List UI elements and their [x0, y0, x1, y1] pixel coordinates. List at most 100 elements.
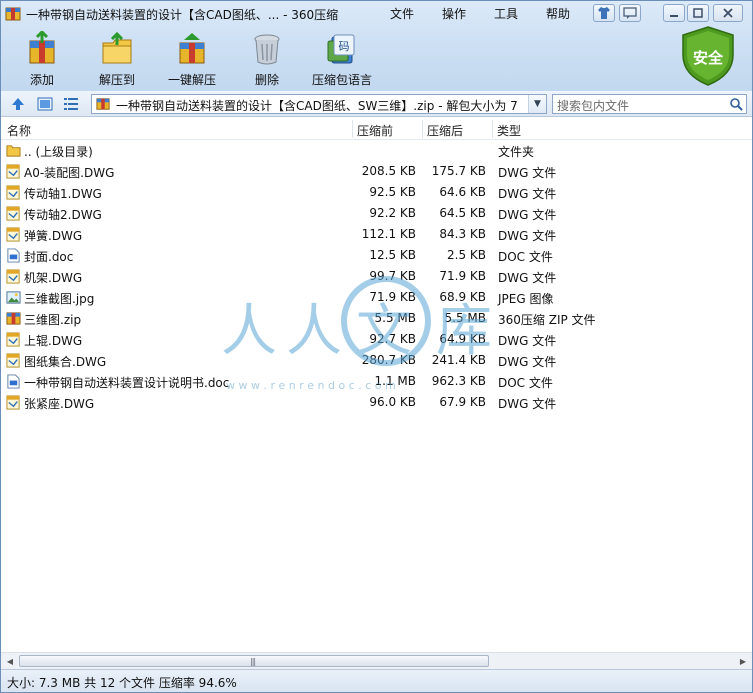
- dwg-file-icon: [6, 164, 20, 179]
- scrollbar-thumb[interactable]: |||: [19, 655, 489, 667]
- file-row[interactable]: .. (上级目录) 文件夹: [1, 140, 752, 161]
- dwg-file-icon: [6, 395, 20, 410]
- minimize-button[interactable]: [663, 4, 685, 22]
- list-view-icon[interactable]: [63, 96, 79, 112]
- comment-label: 压缩包语言: [311, 73, 372, 87]
- column-original-size[interactable]: 压缩前: [357, 122, 393, 139]
- file-row[interactable]: 上辊.DWG 92.7 KB 64.9 KB DWG 文件: [1, 329, 752, 350]
- dwg-file-icon: [6, 332, 20, 347]
- file-type: DWG 文件: [498, 334, 557, 348]
- search-icon[interactable]: [729, 97, 743, 111]
- file-name: 机架.DWG: [24, 271, 83, 285]
- file-original-size: 1.1 MB: [374, 374, 416, 388]
- file-row[interactable]: 三维截图.jpg 71.9 KB 68.9 KB JPEG 图像: [1, 287, 752, 308]
- file-row[interactable]: 封面.doc 12.5 KB 2.5 KB DOC 文件: [1, 245, 752, 266]
- file-original-size: 92.7 KB: [369, 332, 416, 346]
- file-name: 传动轴1.DWG: [24, 187, 102, 201]
- file-original-size: 12.5 KB: [369, 248, 416, 262]
- dwg-file-icon: [6, 269, 20, 284]
- delete-label: 删除: [254, 73, 279, 87]
- file-original-size: 112.1 KB: [361, 227, 416, 241]
- horizontal-scrollbar[interactable]: ◀ ||| ▶: [1, 652, 752, 669]
- column-packed-size[interactable]: 压缩后: [427, 122, 463, 139]
- file-name: 弹簧.DWG: [24, 229, 83, 243]
- chevron-down-icon: ▼: [534, 99, 541, 109]
- address-bar: 一种带钢自动送料装置的设计【含CAD图纸、SW三维】.zip - 解包大小为 7…: [1, 91, 752, 117]
- column-type[interactable]: 类型: [497, 122, 521, 139]
- app-logo-icon: [5, 7, 21, 21]
- maximize-icon: [693, 8, 703, 18]
- title-toolbar-area: 一种带钢自动送料装置的设计【含CAD图纸、... - 360压缩 文件 操作 工…: [1, 1, 752, 91]
- svg-text:码: 码: [339, 40, 350, 53]
- one-click-extract-button[interactable]: 一键解压: [155, 31, 229, 87]
- file-type: DWG 文件: [498, 166, 557, 180]
- file-row[interactable]: 张紧座.DWG 96.0 KB 67.9 KB DWG 文件: [1, 392, 752, 413]
- column-divider[interactable]: [492, 120, 493, 138]
- search-input[interactable]: 搜索包内文件: [552, 94, 747, 114]
- file-row[interactable]: 传动轴2.DWG 92.2 KB 64.5 KB DWG 文件: [1, 203, 752, 224]
- feedback-button[interactable]: [619, 4, 641, 22]
- folder-icon: [6, 145, 21, 157]
- menu-file[interactable]: 文件: [390, 5, 414, 22]
- file-name: 一种带钢自动送料装置设计说明书.doc: [24, 376, 230, 390]
- delete-button[interactable]: 删除: [230, 31, 304, 87]
- dwg-file-icon: [6, 353, 20, 368]
- file-row[interactable]: 弹簧.DWG 112.1 KB 84.3 KB DWG 文件: [1, 224, 752, 245]
- file-name: 传动轴2.DWG: [24, 208, 102, 222]
- message-icon: [623, 7, 637, 19]
- path-field[interactable]: 一种带钢自动送料装置的设计【含CAD图纸、SW三维】.zip - 解包大小为 7…: [91, 94, 547, 114]
- search-placeholder: 搜索包内文件: [557, 99, 630, 113]
- security-badge-label: 安全: [692, 49, 723, 67]
- menu-help[interactable]: 帮助: [546, 5, 570, 22]
- file-packed-size: 175.7 KB: [431, 164, 486, 178]
- file-row[interactable]: 一种带钢自动送料装置设计说明书.doc 1.1 MB 962.3 KB DOC …: [1, 371, 752, 392]
- image-file-icon: [6, 291, 21, 304]
- menu-tools[interactable]: 工具: [494, 5, 518, 22]
- file-packed-size: 64.9 KB: [439, 332, 486, 346]
- file-type: DWG 文件: [498, 208, 557, 222]
- file-name: 图纸集合.DWG: [24, 355, 107, 369]
- file-name: .. (上级目录): [24, 145, 93, 159]
- file-row[interactable]: 机架.DWG 99.7 KB 71.9 KB DWG 文件: [1, 266, 752, 287]
- shirt-icon: [598, 7, 610, 19]
- grip-icon: |||: [250, 657, 256, 666]
- file-original-size: 208.5 KB: [361, 164, 416, 178]
- file-type: DWG 文件: [498, 271, 557, 285]
- file-type: DWG 文件: [498, 187, 557, 201]
- file-packed-size: 64.6 KB: [439, 185, 486, 199]
- large-icon-view-icon[interactable]: [37, 96, 53, 112]
- column-name[interactable]: 名称: [7, 122, 31, 139]
- menu-operation[interactable]: 操作: [442, 5, 466, 22]
- path-dropdown-button[interactable]: ▼: [528, 95, 546, 113]
- maximize-button[interactable]: [687, 4, 709, 22]
- file-name: 张紧座.DWG: [24, 397, 95, 411]
- file-row[interactable]: 三维图.zip 5.5 MB 5.5 MB 360压缩 ZIP 文件: [1, 308, 752, 329]
- security-badge[interactable]: 安全: [679, 25, 737, 87]
- add-button[interactable]: 添加: [5, 31, 79, 87]
- file-list: .. (上级目录) 文件夹 A0-装配图.DWG 208.5 KB 175.7 …: [1, 140, 752, 652]
- scroll-left-icon[interactable]: ◀: [3, 655, 17, 668]
- file-original-size: 280.7 KB: [361, 353, 416, 367]
- app-window: 一种带钢自动送料装置的设计【含CAD图纸、... - 360压缩 文件 操作 工…: [0, 0, 753, 693]
- file-row[interactable]: 图纸集合.DWG 280.7 KB 241.4 KB DWG 文件: [1, 350, 752, 371]
- file-row[interactable]: A0-装配图.DWG 208.5 KB 175.7 KB DWG 文件: [1, 161, 752, 182]
- extract-to-button[interactable]: 解压到: [80, 31, 154, 87]
- column-header-row: 名称 压缩前 压缩后 类型: [1, 118, 752, 140]
- close-button[interactable]: [713, 4, 743, 22]
- add-label: 添加: [29, 73, 54, 87]
- doc-file-icon: [7, 374, 20, 389]
- file-packed-size: 241.4 KB: [431, 353, 486, 367]
- up-arrow-icon[interactable]: [10, 96, 26, 112]
- column-divider[interactable]: [352, 120, 353, 138]
- file-packed-size: 67.9 KB: [439, 395, 486, 409]
- file-packed-size: 68.9 KB: [439, 290, 486, 304]
- comment-button[interactable]: 码 压缩包语言: [305, 31, 379, 87]
- status-text: 大小: 7.3 MB 共 12 个文件 压缩率 94.6%: [7, 676, 237, 690]
- code-comment-icon: 码: [327, 34, 355, 64]
- close-icon: [723, 8, 733, 18]
- file-row[interactable]: 传动轴1.DWG 92.5 KB 64.6 KB DWG 文件: [1, 182, 752, 203]
- column-divider[interactable]: [422, 120, 423, 138]
- scroll-right-icon[interactable]: ▶: [736, 655, 750, 668]
- status-bar: 大小: 7.3 MB 共 12 个文件 压缩率 94.6%: [1, 669, 752, 692]
- skin-button[interactable]: [593, 4, 615, 22]
